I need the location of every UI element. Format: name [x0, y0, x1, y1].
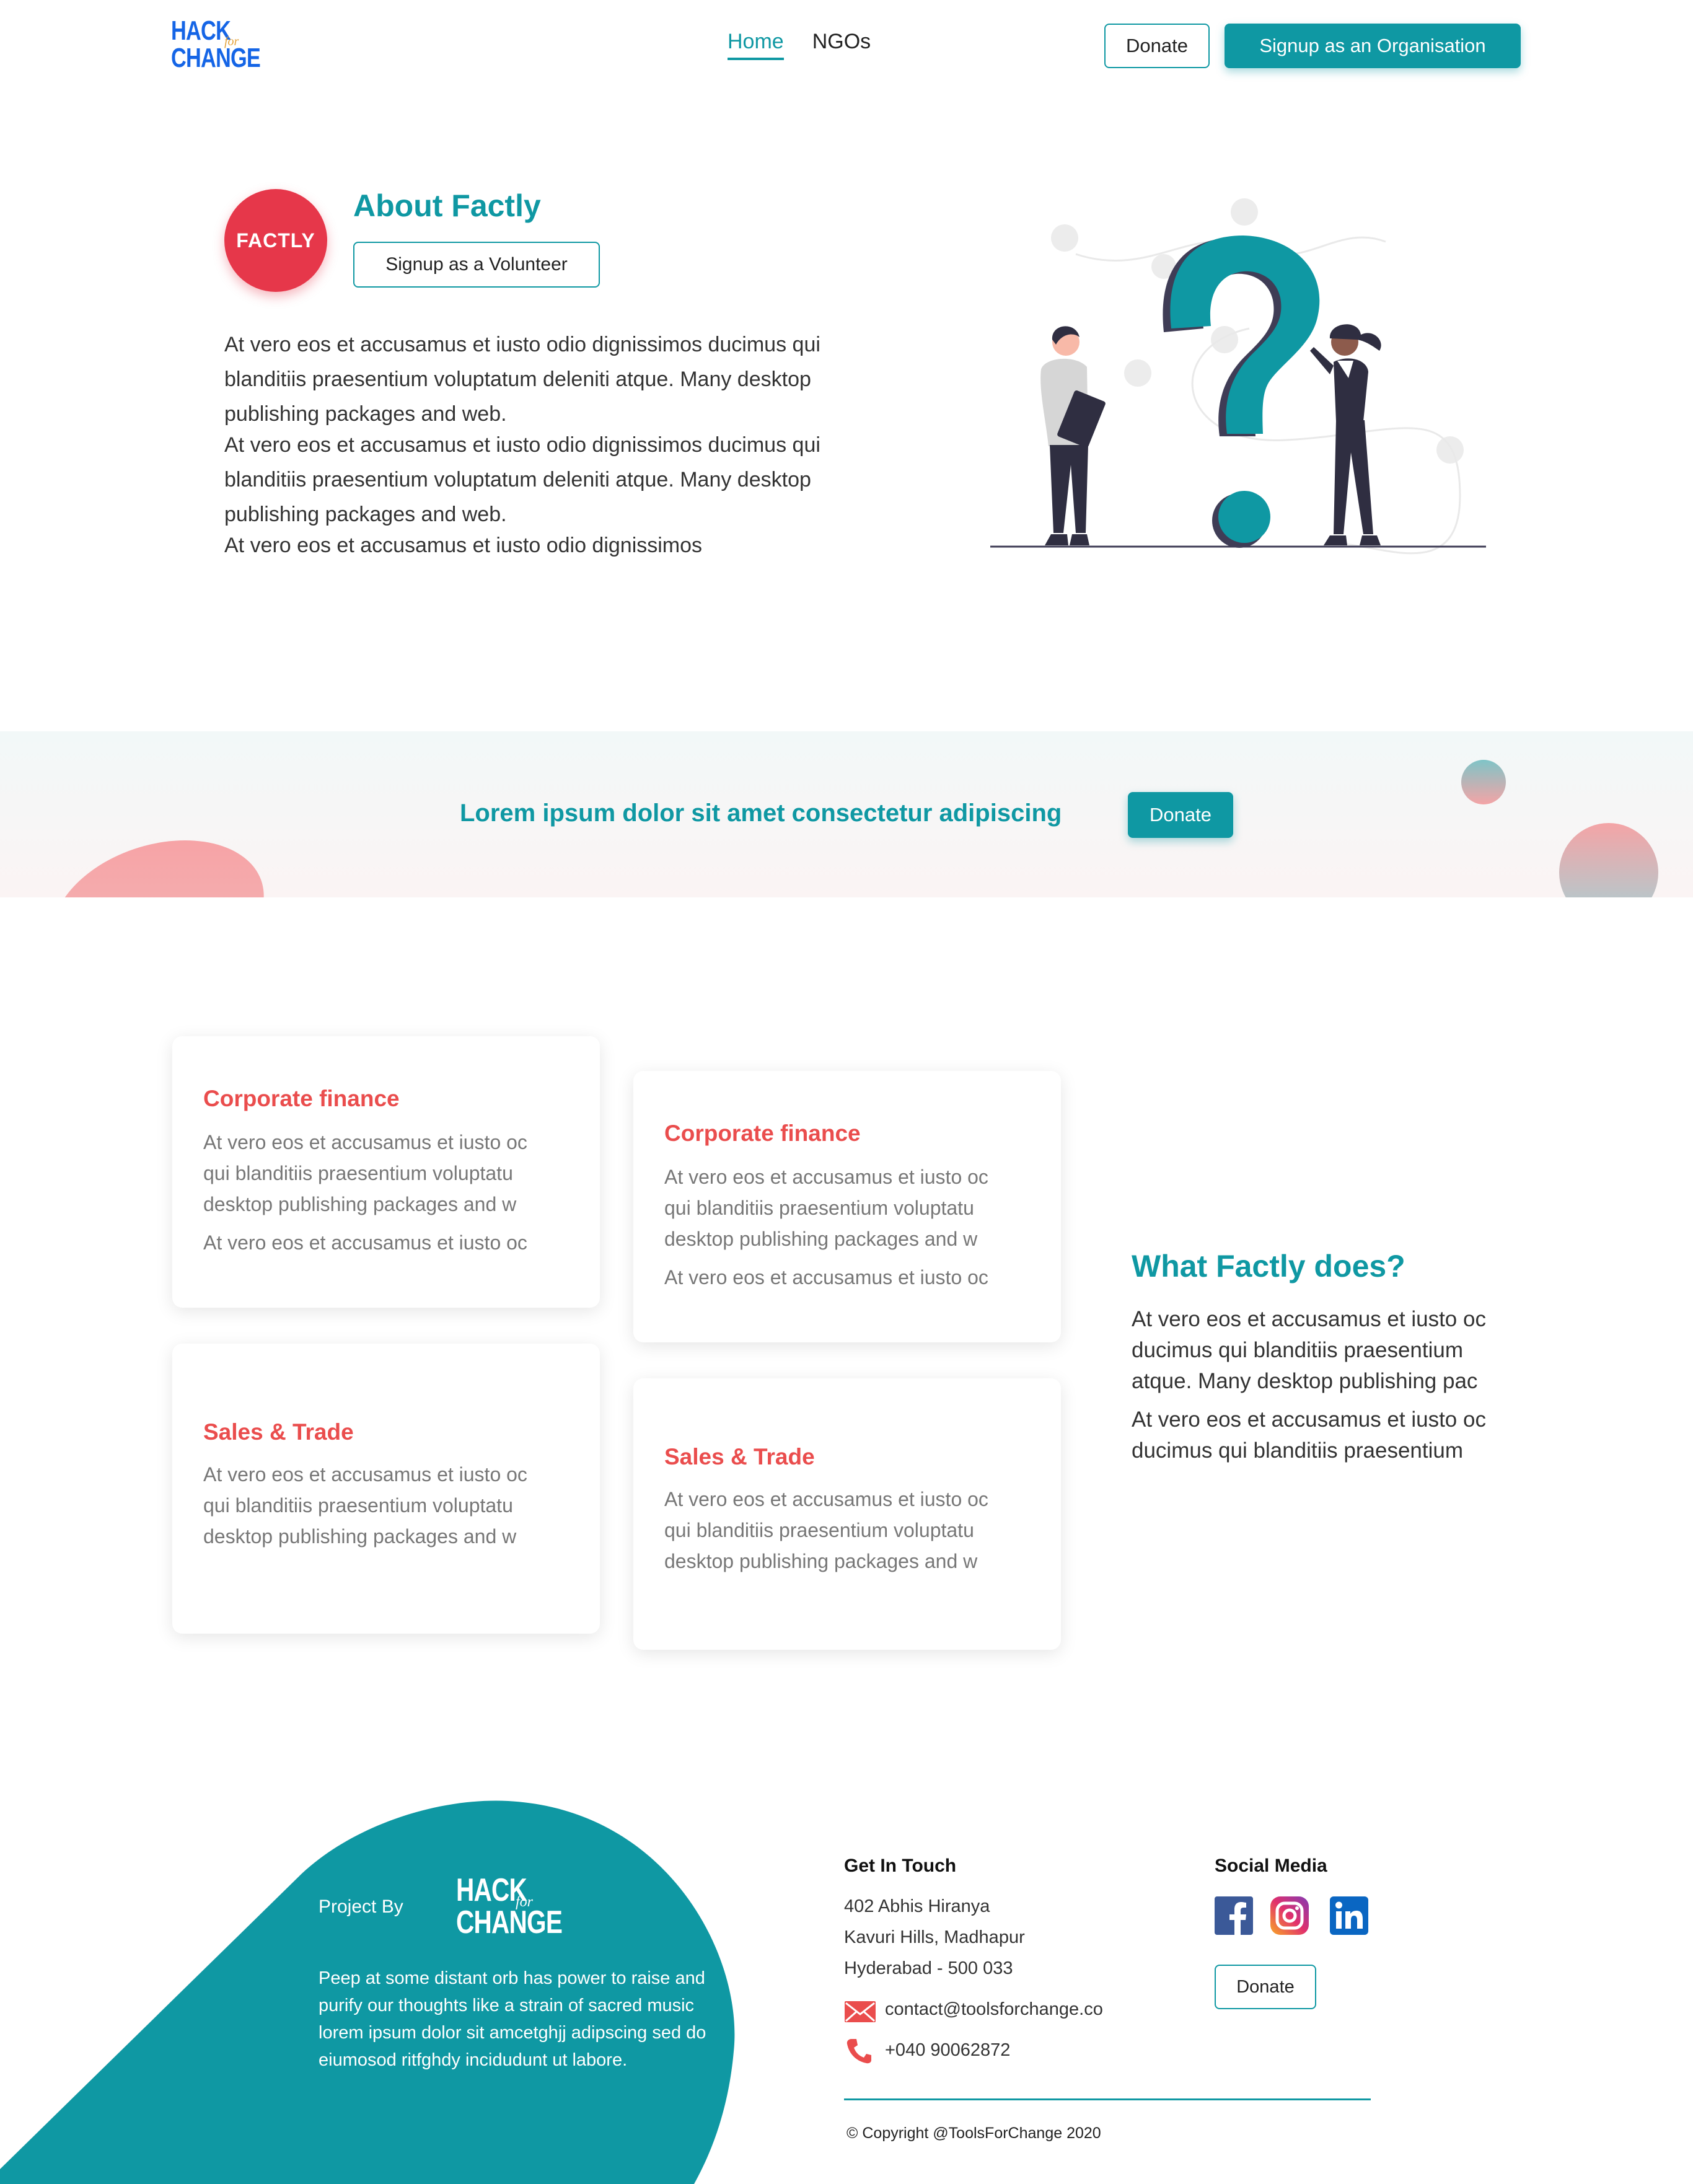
card-line: At vero eos et accusamus et iusto oc [664, 1488, 988, 1510]
man-shoes [1045, 534, 1089, 545]
nav-link-ngos[interactable]: NGOs [812, 30, 871, 60]
bg-dot [1051, 224, 1078, 252]
banner-donate-button[interactable]: Donate [1128, 792, 1233, 838]
footer-about-text: Peep at some distant orb has power to ra… [319, 1968, 706, 2070]
about-description: At vero eos et accusamus et iusto odio d… [224, 327, 838, 563]
woman-legs [1334, 420, 1373, 534]
card-line: desktop publishing packages and w [203, 1193, 517, 1215]
service-card[interactable]: Sales & Trade At vero eos et accusamus e… [633, 1378, 1061, 1650]
service-card[interactable]: Corporate finance At vero eos et accusam… [172, 1036, 600, 1308]
bg-dot [1211, 326, 1238, 353]
card-title: Sales & Trade [664, 1444, 815, 1469]
about-title: About Factly [353, 188, 541, 223]
man-legs [1050, 445, 1088, 533]
card-line: desktop publishing packages and w [203, 1525, 517, 1548]
nav-link-home[interactable]: Home [728, 30, 784, 60]
woman-arm [1310, 347, 1334, 374]
donate-banner: Lorem ipsum dolor sit amet consectetur a… [0, 731, 1693, 897]
card-text: At vero eos et accusamus et iusto oc qui… [203, 1127, 569, 1258]
about-paragraph: At vero eos et accusamus et iusto odio d… [224, 534, 703, 557]
bg-dot [1231, 198, 1258, 226]
hack-for-change-logo[interactable]: HACK CHANGE for [171, 15, 261, 77]
banner-text: Lorem ipsum dolor sit amet consectetur a… [460, 799, 1062, 827]
question-mark [1170, 236, 1320, 434]
address-line: Hyderabad - 500 033 [844, 1958, 1013, 1978]
question-dot [1218, 491, 1270, 543]
signup-organisation-button[interactable]: Signup as an Organisation [1225, 24, 1521, 68]
card-line: At vero eos et accusamus et iusto oc [664, 1266, 988, 1288]
card-line: At vero eos et accusamus et iusto oc [203, 1231, 527, 1254]
card-line: qui blanditiis praesentium voluptatu [664, 1519, 974, 1541]
card-title: Corporate finance [664, 1121, 861, 1146]
factly-logo: FACTLY [224, 189, 327, 292]
footer-hack-for-change-logo[interactable]: HACK CHANGE for [456, 1874, 563, 1942]
card-line: qui blanditiis praesentium voluptatu [203, 1162, 513, 1184]
card-line: qui blanditiis praesentium voluptatu [664, 1197, 974, 1219]
question-mark-illustration [990, 198, 1486, 555]
facebook-icon[interactable] [1215, 1896, 1253, 1935]
card-text: At vero eos et accusamus et iusto oc qui… [664, 1161, 1030, 1293]
banner-blob [29, 840, 288, 897]
does-line: At vero eos et accusamus et iusto oc [1132, 1407, 1486, 1432]
signup-volunteer-button[interactable]: Signup as a Volunteer [353, 242, 600, 288]
about-paragraph: At vero eos et accusamus et iusto odio d… [224, 433, 820, 526]
banner-circle-small [1461, 760, 1506, 804]
contact-heading: Get In Touch [844, 1856, 957, 1876]
card-line: desktop publishing packages and w [664, 1228, 978, 1250]
banner-circle-large [1559, 823, 1658, 897]
card-line: At vero eos et accusamus et iusto oc [203, 1463, 527, 1486]
copyright-text: © Copyright @ToolsForChange 2020 [846, 2125, 1101, 2142]
logo-line2: CHANGE [171, 43, 261, 73]
footer-logo-for: for [516, 1894, 534, 1910]
card-line: At vero eos et accusamus et iusto oc [203, 1131, 527, 1153]
what-factly-does-text: At vero eos et accusamus et iusto oc duc… [1132, 1304, 1521, 1466]
address-line: 402 Abhis Hiranya [844, 1896, 990, 1916]
address-line: Kavuri Hills, Madhapur [844, 1927, 1025, 1947]
service-card[interactable]: Sales & Trade At vero eos et accusamus e… [172, 1344, 600, 1634]
bg-dot [1436, 436, 1464, 464]
phone-number[interactable]: +040 90062872 [885, 2040, 1010, 2061]
footer-divider [844, 2098, 1371, 2100]
email-icon [845, 2001, 876, 2022]
card-line: qui blanditiis praesentium voluptatu [203, 1494, 513, 1517]
card-line: desktop publishing packages and w [664, 1550, 978, 1572]
bg-dot [1124, 359, 1151, 387]
what-factly-does-title: What Factly does? [1132, 1249, 1405, 1284]
phone-icon [846, 2039, 871, 2064]
nav-donate-button[interactable]: Donate [1104, 24, 1210, 68]
card-text: At vero eos et accusamus et iusto oc qui… [203, 1459, 569, 1552]
logo-line1: HACK [171, 15, 231, 46]
logo-for: for [224, 35, 239, 48]
card-line: At vero eos et accusamus et iusto oc [664, 1166, 988, 1188]
card-title: Corporate finance [203, 1086, 400, 1111]
does-line: At vero eos et accusamus et iusto oc [1132, 1307, 1486, 1331]
does-line: ducimus qui blanditiis praesentium [1132, 1438, 1463, 1463]
footer-donate-button[interactable]: Donate [1215, 1965, 1316, 2009]
about-paragraph: At vero eos et accusamus et iusto odio d… [224, 333, 820, 426]
social-heading: Social Media [1215, 1856, 1327, 1876]
linkedin-icon[interactable] [1330, 1896, 1368, 1935]
instagram-icon[interactable] [1270, 1896, 1309, 1935]
service-card[interactable]: Corporate finance At vero eos et accusam… [633, 1071, 1061, 1342]
project-by-label: Project By [319, 1896, 403, 1917]
does-line: ducimus qui blanditiis praesentium [1132, 1338, 1463, 1362]
does-line: atque. Many desktop publishing pac [1132, 1369, 1478, 1393]
main-nav: Home NGOs [728, 30, 871, 60]
woman-shoes [1324, 535, 1381, 545]
card-text: At vero eos et accusamus et iusto oc qui… [664, 1484, 1030, 1577]
footer-logo-line2: CHANGE [456, 1904, 563, 1940]
card-title: Sales & Trade [203, 1419, 354, 1445]
email-link[interactable]: contact@toolsforchange.co [885, 1999, 1103, 2020]
